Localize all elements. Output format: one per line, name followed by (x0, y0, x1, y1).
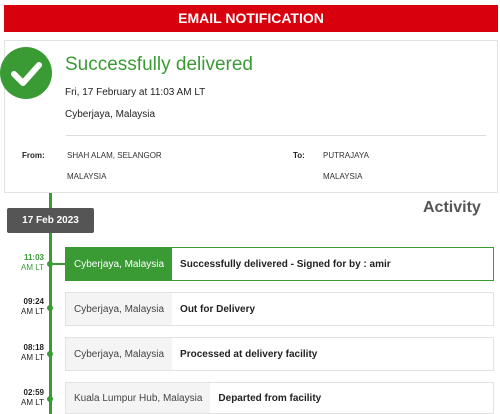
event-time: 02:59 AM LT (4, 388, 44, 408)
event-time-zone: AM LT (21, 353, 44, 362)
timeline-dot (47, 305, 53, 311)
to-address-line2: MALAYSIA (323, 172, 363, 181)
event-time: 11:03 AM LT (4, 253, 44, 273)
timeline-dot (47, 396, 53, 402)
delivery-status-title: Successfully delivered (65, 54, 253, 75)
to-label: To: (293, 151, 305, 160)
timeline-dot (47, 351, 53, 357)
activity-event-row: Cyberjaya, Malaysia Processed at deliver… (65, 337, 494, 371)
event-time: 09:24 AM LT (4, 297, 44, 317)
event-time-zone: AM LT (21, 307, 44, 316)
event-time-hm: 02:59 (23, 388, 44, 397)
from-label: From: (22, 151, 45, 160)
date-badge: 17 Feb 2023 (7, 208, 94, 233)
activity-event-row: Cyberjaya, Malaysia Out for Delivery (65, 292, 494, 326)
event-time: 08:18 AM LT (4, 343, 44, 363)
event-time-hm: 11:03 (23, 253, 44, 262)
activity-event-row: Kuala Lumpur Hub, Malaysia Departed from… (65, 382, 494, 414)
event-description: Processed at delivery facility (180, 348, 318, 360)
event-location: Cyberjaya, Malaysia (66, 293, 173, 325)
summary-divider (66, 135, 486, 136)
delivery-datetime: Fri, 17 February at 11:03 AM LT (65, 87, 206, 98)
event-time-hm: 08:18 (23, 343, 44, 352)
event-description: Departed from facility (218, 392, 322, 404)
delivery-location: Cyberjaya, Malaysia (65, 109, 156, 120)
event-time-hm: 09:24 (23, 297, 44, 306)
notification-header: EMAIL NOTIFICATION (4, 5, 498, 32)
event-location: Cyberjaya, Malaysia (66, 338, 173, 370)
event-time-zone: AM LT (21, 398, 44, 407)
checkmark-icon (0, 47, 52, 99)
event-location: Cyberjaya, Malaysia (66, 248, 173, 280)
activity-event-row: Cyberjaya, Malaysia Successfully deliver… (65, 247, 494, 281)
event-location: Kuala Lumpur Hub, Malaysia (66, 383, 211, 413)
event-description: Out for Delivery (180, 303, 256, 315)
timeline-connector (53, 263, 65, 265)
event-description: Successfully delivered - Signed for by :… (180, 258, 391, 270)
event-time-zone: AM LT (21, 263, 44, 272)
from-address-line2: MALAYSIA (67, 172, 107, 181)
to-address-line1: PUTRAJAYA (323, 151, 369, 160)
activity-title: Activity (423, 199, 481, 216)
from-address-line1: SHAH ALAM, SELANGOR (67, 151, 162, 160)
